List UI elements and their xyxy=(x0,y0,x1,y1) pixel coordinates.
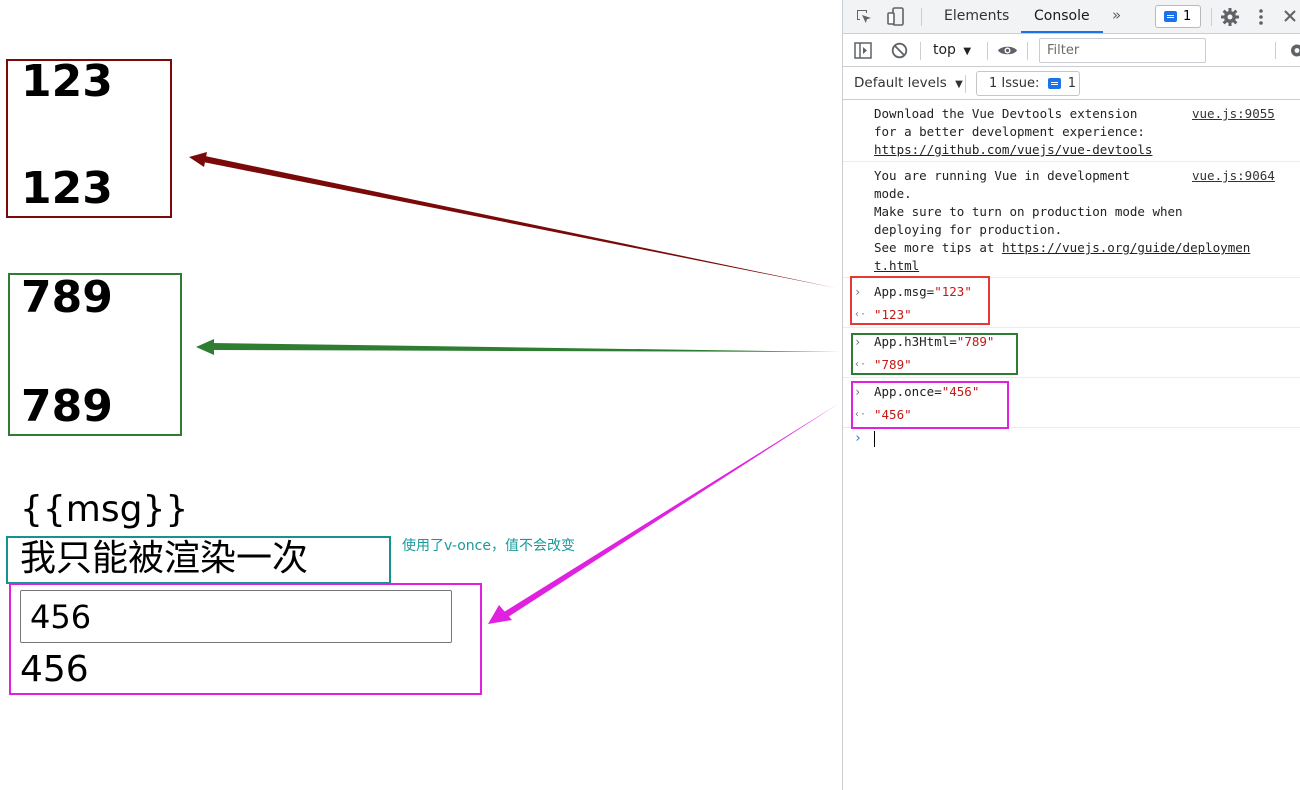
raw-mustache-text: {{msg}} xyxy=(20,489,189,530)
vue-guide-link-cont[interactable]: t.html xyxy=(874,258,919,273)
issue-icon xyxy=(1047,78,1061,89)
devtools-panel: Elements Console » 1 top ▼ Filter Defaul… xyxy=(842,0,1300,790)
toolbar-divider-2 xyxy=(987,42,988,60)
toolbar-divider-3 xyxy=(1027,42,1028,60)
vue-devtools-link[interactable]: https://github.com/vuejs/vue-devtools xyxy=(874,142,1152,157)
settings-gear-icon[interactable] xyxy=(1220,7,1240,27)
issues-button[interactable]: 1 Issue: 1 xyxy=(976,71,1080,96)
sidebar-toggle-icon[interactable] xyxy=(854,42,872,59)
console-output: Download the Vue Devtools extension for … xyxy=(843,100,1300,790)
toolbar-divider xyxy=(920,42,921,60)
device-toolbar-icon[interactable] xyxy=(887,7,905,27)
console-toolbar: top ▼ xyxy=(843,34,1300,67)
console-prompt-icon: › xyxy=(854,431,862,446)
active-tab-indicator xyxy=(1021,31,1103,33)
inspect-element-icon[interactable] xyxy=(855,8,873,26)
tab-console[interactable]: Console xyxy=(1034,8,1090,24)
clear-console-icon[interactable] xyxy=(891,42,908,59)
chevron-down-icon: ▼ xyxy=(955,79,963,90)
log-levels-dropdown[interactable]: Default levels ▼ xyxy=(854,75,963,91)
vue-page: 123 123 789 789 {{msg}} 我只能被渲染一次 使用了v-on… xyxy=(0,0,842,790)
console-toolbar-levels: Default levels ▼ 1 Issue: 1 xyxy=(843,67,1300,100)
console-message: Download the Vue Devtools extension for … xyxy=(843,100,1300,162)
devtools-tabbar: Elements Console » 1 xyxy=(843,0,1300,34)
issues-label: 1 Issue: xyxy=(989,76,1040,91)
more-tabs-icon[interactable]: » xyxy=(1112,8,1121,23)
toolbar-divider-4 xyxy=(1275,42,1276,59)
log-levels-label: Default levels xyxy=(854,75,947,91)
messages-count: 1 xyxy=(1183,9,1192,24)
toolbar-divider-5 xyxy=(965,75,966,93)
console-message-text: Download the Vue Devtools extension for … xyxy=(874,106,1153,157)
message-source-link[interactable]: vue.js:9055 xyxy=(1192,105,1275,123)
highlight-box-cmd-html xyxy=(851,333,1018,375)
highlight-box-cmd-once xyxy=(851,381,1009,429)
v-once-annotation: 使用了v-once，值不会改变 xyxy=(402,538,575,554)
close-devtools-icon[interactable] xyxy=(1282,8,1298,24)
context-selector[interactable]: top ▼ xyxy=(933,42,971,58)
message-icon xyxy=(1164,11,1177,22)
vue-guide-link[interactable]: https://vuejs.org/guide/deploymen xyxy=(1002,240,1250,255)
tabbar-divider xyxy=(921,8,922,26)
console-input-caret[interactable] xyxy=(874,431,875,447)
highlight-box-once xyxy=(6,536,391,584)
tab-elements[interactable]: Elements xyxy=(944,8,1009,24)
highlight-box-model xyxy=(9,583,482,695)
message-source-link[interactable]: vue.js:9064 xyxy=(1192,167,1275,185)
kebab-menu-icon[interactable] xyxy=(1257,8,1265,26)
highlight-box-cmd-msg xyxy=(850,276,990,325)
messages-badge[interactable]: 1 xyxy=(1155,5,1201,28)
console-settings-gear-icon[interactable] xyxy=(1287,41,1300,60)
live-expression-eye-icon[interactable] xyxy=(997,44,1018,57)
context-value: top xyxy=(933,42,956,58)
highlight-box-html xyxy=(8,273,182,436)
issues-count: 1 xyxy=(1067,76,1076,91)
tabbar-divider-2 xyxy=(1211,8,1212,26)
console-message: You are running Vue in development mode.… xyxy=(843,162,1300,278)
chevron-down-icon: ▼ xyxy=(963,46,972,57)
highlight-box-msg xyxy=(6,59,172,218)
console-filter-input[interactable] xyxy=(1039,38,1206,63)
